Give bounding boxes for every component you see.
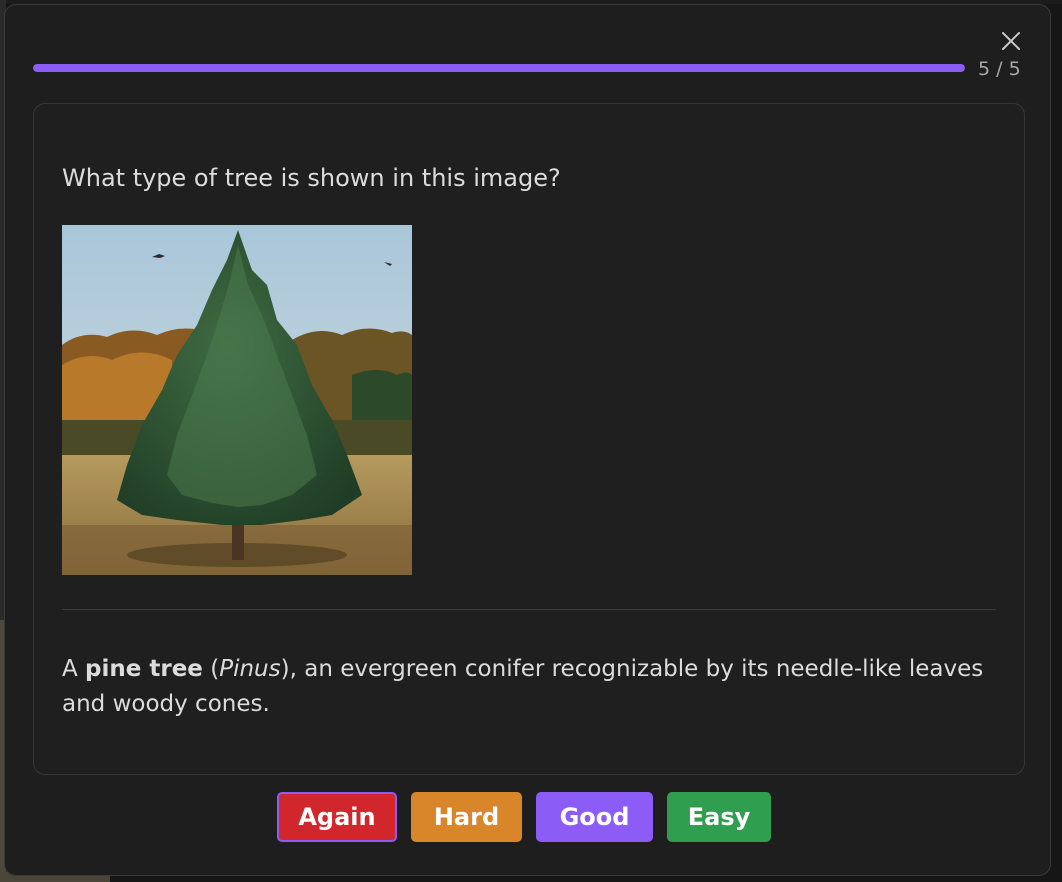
- answer-prefix: A: [62, 656, 86, 682]
- progress-counter: 5 / 5: [978, 58, 1021, 80]
- pine-tree-photo: [62, 225, 412, 575]
- answer-latin-name: Pinus: [219, 656, 281, 682]
- flashcard: What type of tree is shown in this image…: [33, 103, 1025, 775]
- flashcard-review-modal: 5 / 5 What type of tree is shown in this…: [4, 4, 1051, 876]
- tree-image: [62, 225, 412, 575]
- close-button[interactable]: [997, 27, 1025, 55]
- progress-bar-fill: [33, 64, 965, 72]
- hard-button[interactable]: Hard: [411, 792, 522, 842]
- close-icon: [1002, 32, 1020, 50]
- easy-button[interactable]: Easy: [667, 792, 771, 842]
- good-button[interactable]: Good: [536, 792, 653, 842]
- progress-bar: [33, 64, 965, 72]
- again-button[interactable]: Again: [277, 792, 397, 842]
- answer-open-paren: (: [202, 656, 220, 682]
- answer-text: A pine tree (Pinus), an evergreen conife…: [62, 652, 996, 722]
- card-divider: [62, 609, 996, 610]
- answer-term: pine tree: [85, 656, 203, 682]
- question-text: What type of tree is shown in this image…: [62, 164, 561, 192]
